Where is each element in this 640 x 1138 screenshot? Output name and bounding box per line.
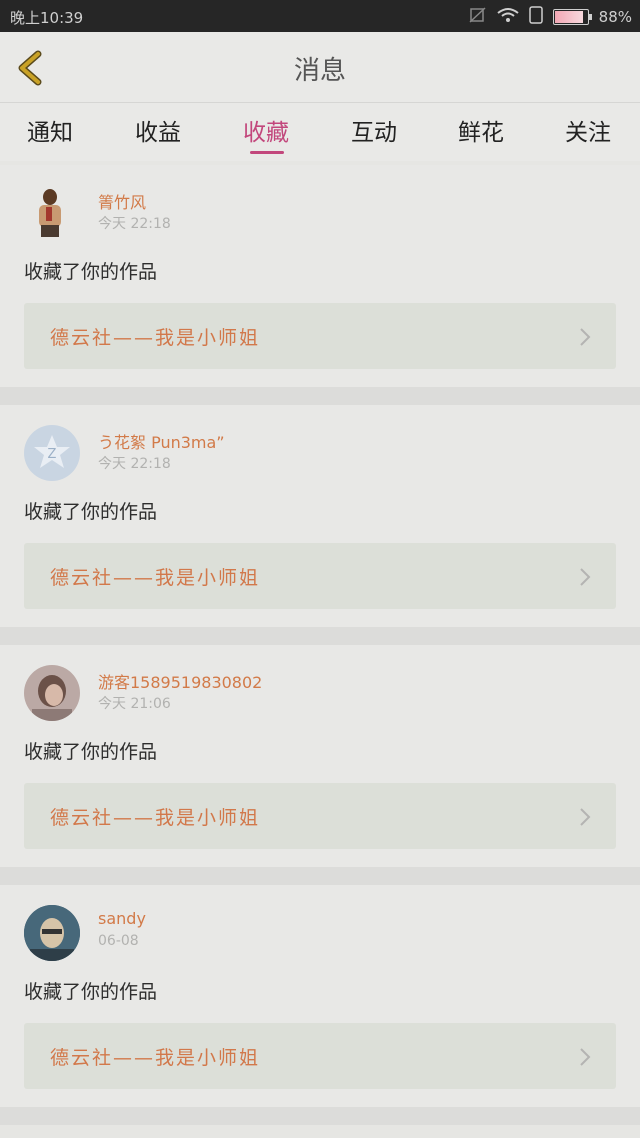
tab-active-indicator [250, 151, 284, 154]
avatar[interactable]: Z [24, 425, 80, 481]
message-time: 今天 21:06 [98, 696, 171, 712]
status-bar: 晚上10:39 88% [0, 0, 640, 32]
message-action: 收藏了你的作品 [24, 981, 158, 1003]
wifi-icon [497, 7, 519, 27]
tab-earnings[interactable]: 收益 [118, 113, 198, 147]
tab-flowers[interactable]: 鲜花 [441, 113, 521, 147]
work-link[interactable]: 德云社——我是小师姐 [24, 303, 616, 369]
work-link[interactable]: 德云社——我是小师姐 [24, 1023, 616, 1089]
work-link[interactable]: 德云社——我是小师姐 [24, 543, 616, 609]
username[interactable]: sandy [98, 909, 146, 928]
tab-follow[interactable]: 关注 [548, 113, 628, 147]
chevron-right-icon [580, 328, 591, 346]
no-sim-icon [469, 7, 487, 27]
work-title: 德云社——我是小师姐 [50, 327, 261, 349]
svg-text:Z: Z [48, 447, 57, 462]
avatar[interactable] [24, 665, 80, 721]
work-link[interactable]: 德云社——我是小师姐 [24, 783, 616, 849]
message-card: Z う花絮 Pun3ma” 今天 22:18 收藏了你的作品 德云社——我是小师… [0, 405, 640, 627]
message-card: 游客15895198308​02 今天 21:06 收藏了你的作品 德云社——我… [0, 645, 640, 867]
divider [0, 387, 640, 405]
tab-interaction[interactable]: 互动 [334, 113, 414, 147]
message-action: 收藏了你的作品 [24, 501, 158, 523]
work-title: 德云社——我是小师姐 [50, 567, 261, 589]
message-action: 收藏了你的作品 [24, 261, 158, 283]
message-action: 收藏了你的作品 [24, 741, 158, 763]
message-card: sandy 06-08 收藏了你的作品 德云社——我是小师姐 [0, 885, 640, 1107]
tab-bar: 通知 收益 收藏 互动 鲜花 关注 [0, 103, 640, 161]
tab-favorites[interactable]: 收藏 [226, 113, 306, 147]
divider [0, 627, 640, 645]
page-title: 消息 [293, 56, 346, 86]
divider [0, 1107, 640, 1125]
chevron-right-icon [580, 568, 591, 586]
battery-icon [552, 9, 592, 25]
message-time: 今天 22:18 [98, 216, 171, 232]
message-time: 06-08 [98, 933, 139, 949]
avatar[interactable] [24, 185, 80, 241]
battery-percent: 88% [598, 8, 632, 26]
chevron-right-icon [580, 1048, 591, 1066]
header: 消息 [0, 32, 640, 103]
status-icons: 88% [469, 6, 632, 28]
username[interactable]: 游客15895198308​02 [98, 669, 262, 693]
divider [0, 867, 640, 885]
chevron-right-icon [580, 808, 591, 826]
tab-notify[interactable]: 通知 [10, 113, 90, 147]
work-title: 德云社——我是小师姐 [50, 1047, 261, 1069]
sim-card-icon [528, 6, 543, 28]
avatar[interactable] [24, 905, 80, 961]
message-card: 箐竹风 今天 22:18 收藏了你的作品 德云社——我是小师姐 [0, 165, 640, 387]
message-time: 今天 22:18 [98, 456, 171, 472]
status-time: 晚上10:39 [10, 9, 84, 27]
work-title: 德云社——我是小师姐 [50, 807, 261, 829]
username[interactable]: う花絮 Pun3ma” [98, 429, 225, 453]
username[interactable]: 箐竹风 [98, 189, 146, 213]
